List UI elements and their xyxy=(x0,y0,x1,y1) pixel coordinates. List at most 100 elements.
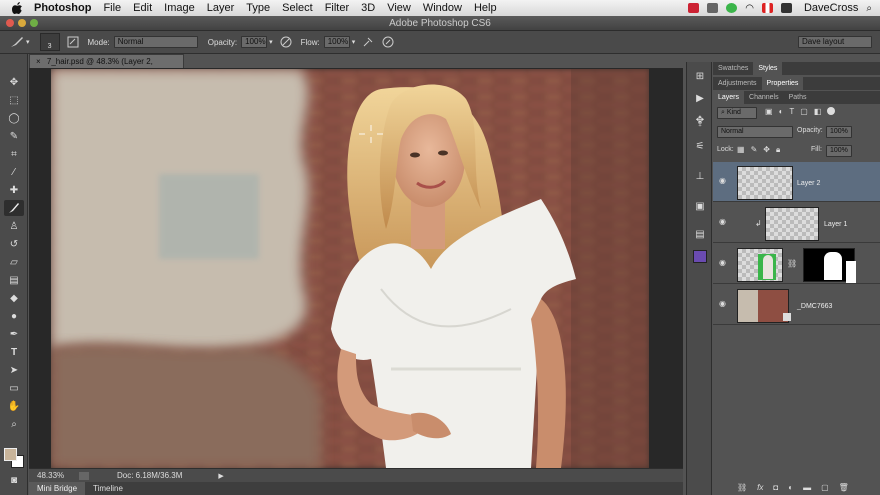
search-icon[interactable]: ⌕ xyxy=(866,3,872,14)
info-panel-icon[interactable]: ▤ xyxy=(693,228,707,241)
minimize-window-button[interactable] xyxy=(18,19,26,27)
blur-tool-icon[interactable]: ◆ xyxy=(4,290,24,306)
wifi-icon[interactable]: ◠ xyxy=(745,3,754,14)
type-tool-icon[interactable]: T xyxy=(4,344,24,360)
status-icon[interactable] xyxy=(79,471,89,480)
brush-panel-icon[interactable] xyxy=(66,35,80,49)
flow-chevron-icon[interactable]: ▾ xyxy=(352,38,356,46)
menu-window[interactable]: Window xyxy=(423,2,462,14)
hand-tool-icon[interactable]: ✋ xyxy=(4,398,24,414)
lock-position-icon[interactable]: ✥ xyxy=(763,145,770,155)
tab-layers[interactable]: Layers xyxy=(713,91,745,104)
link-icon[interactable]: ⛓ xyxy=(787,259,797,268)
delete-layer-icon[interactable]: 🗑︎ xyxy=(839,483,849,492)
document-close-icon[interactable]: × xyxy=(36,57,41,66)
menu-type[interactable]: Type xyxy=(246,2,270,14)
tab-timeline[interactable]: Timeline xyxy=(85,482,131,495)
menu-app-name[interactable]: Photoshop xyxy=(34,2,91,14)
layer-blend-mode-select[interactable]: Normal xyxy=(717,126,793,138)
brush-preset-chevron-icon[interactable]: ▾ xyxy=(26,38,30,46)
brush-tool-icon[interactable] xyxy=(4,200,24,216)
shape-tool-icon[interactable]: ▭ xyxy=(4,380,24,396)
character-panel-icon[interactable]: ⊥ xyxy=(693,170,707,183)
tab-swatches[interactable]: Swatches xyxy=(713,62,753,75)
history-brush-tool-icon[interactable]: ↺ xyxy=(4,236,24,252)
tab-adjustments[interactable]: Adjustments xyxy=(713,77,762,90)
clone-stamp-tool-icon[interactable]: ♙ xyxy=(4,218,24,234)
new-layer-icon[interactable]: ▢ xyxy=(821,483,829,492)
brush-presets-icon[interactable]: ⚟ xyxy=(693,140,707,153)
airplay-icon[interactable] xyxy=(780,3,792,13)
lock-transparent-icon[interactable]: ▦ xyxy=(737,145,745,155)
adjustment-layer-icon[interactable]: ◐ xyxy=(788,483,793,492)
workspace-select[interactable]: Dave layout xyxy=(798,36,872,48)
pressure-size-icon[interactable] xyxy=(381,35,395,49)
paragraph-panel-icon[interactable]: ▣ xyxy=(693,200,707,213)
tab-mini-bridge[interactable]: Mini Bridge xyxy=(29,482,86,495)
lasso-tool-icon[interactable]: ◯ xyxy=(4,110,24,126)
tab-properties[interactable]: Properties xyxy=(761,77,804,90)
layer-style-icon[interactable]: fx xyxy=(757,483,763,492)
path-select-tool-icon[interactable]: ➤ xyxy=(4,362,24,378)
flow-field[interactable]: 100% xyxy=(323,36,350,48)
filter-type-icon[interactable]: T xyxy=(789,107,794,116)
marquee-tool-icon[interactable]: ⬚ xyxy=(4,92,24,108)
fill-field[interactable]: 100% xyxy=(826,145,852,157)
move-tool-icon[interactable]: ✥ xyxy=(4,74,24,90)
filter-shape-icon[interactable]: ▢ xyxy=(800,107,808,116)
airbrush-icon[interactable] xyxy=(361,35,375,49)
menu-view[interactable]: View xyxy=(387,2,411,14)
history-panel-icon[interactable]: ⊞ xyxy=(693,70,707,83)
layer-row-layer-2[interactable]: ◉ Layer 2 xyxy=(713,162,880,202)
eyedropper-tool-icon[interactable]: ⁄ xyxy=(4,164,24,180)
zoom-level[interactable]: 48.33% xyxy=(37,471,75,480)
menu-file[interactable]: File xyxy=(103,2,121,14)
layer-mask-thumbnail[interactable] xyxy=(803,248,856,283)
layer-opacity-field[interactable]: 100% xyxy=(826,126,852,138)
menu-filter[interactable]: Filter xyxy=(325,2,349,14)
apple-icon[interactable] xyxy=(10,1,24,15)
record-icon[interactable] xyxy=(688,3,700,13)
pressure-opacity-icon[interactable] xyxy=(279,35,293,49)
layer-row-layer-1[interactable]: ◉ ↲ Layer 1 xyxy=(713,203,880,243)
eye-icon[interactable]: ◉ xyxy=(719,217,729,227)
layer-name[interactable]: Layer 2 xyxy=(797,180,820,187)
navigator-panel-icon[interactable] xyxy=(693,250,707,263)
brush-preset-icon[interactable] xyxy=(10,35,24,49)
layer-filter-kind[interactable]: ⌕ Kind xyxy=(717,107,757,119)
link-layers-icon[interactable]: ⛓ xyxy=(737,483,747,492)
actions-panel-icon[interactable]: ▶ xyxy=(693,92,707,105)
opacity-field[interactable]: 100% xyxy=(241,36,268,48)
status-menu-arrow-icon[interactable]: ▶ xyxy=(218,472,223,480)
crop-tool-icon[interactable]: ⌗ xyxy=(4,146,24,162)
quick-select-tool-icon[interactable]: ✎ xyxy=(4,128,24,144)
canvas-area[interactable] xyxy=(29,68,683,468)
flag-icon[interactable] xyxy=(761,3,773,13)
tab-paths[interactable]: Paths xyxy=(784,91,812,104)
layer-row-dmc7663[interactable]: ◉ _DMC7663 xyxy=(713,285,880,325)
lock-pixels-icon[interactable]: ✎ xyxy=(751,145,758,155)
photo-canvas[interactable] xyxy=(51,69,649,468)
zoom-tool-icon[interactable]: ⌕ xyxy=(4,416,24,432)
layer-row-masked[interactable]: ◉ ⛓ xyxy=(713,244,880,284)
eye-icon[interactable]: ◉ xyxy=(719,176,729,186)
healing-brush-tool-icon[interactable]: ✚ xyxy=(4,182,24,198)
gradient-tool-icon[interactable]: ▤ xyxy=(4,272,24,288)
filter-pixel-icon[interactable]: ▣ xyxy=(765,107,773,116)
lock-all-icon[interactable]: 🔒︎ xyxy=(776,145,780,155)
filter-smart-icon[interactable]: ◧ xyxy=(814,107,822,116)
eye-icon[interactable]: ◉ xyxy=(719,258,729,268)
pen-tool-icon[interactable]: ✒ xyxy=(4,326,24,342)
menu-layer[interactable]: Layer xyxy=(207,2,235,14)
close-window-button[interactable] xyxy=(6,19,14,27)
add-mask-icon[interactable]: ◘ xyxy=(773,483,778,492)
user-name[interactable]: DaveCross xyxy=(804,2,858,14)
eraser-tool-icon[interactable]: ▱ xyxy=(4,254,24,270)
zoom-window-button[interactable] xyxy=(30,19,38,27)
opacity-chevron-icon[interactable]: ▾ xyxy=(269,38,273,46)
layer-name[interactable]: _DMC7663 xyxy=(797,303,832,310)
brush-panel-icon-dock[interactable]: ♆ xyxy=(693,118,707,131)
document-tab[interactable]: × 7_hair.psd @ 48.3% (Layer 2, RGB/8*) * xyxy=(29,54,184,79)
dodge-tool-icon[interactable]: ● xyxy=(4,308,24,324)
filter-toggle-icon[interactable] xyxy=(827,107,836,115)
